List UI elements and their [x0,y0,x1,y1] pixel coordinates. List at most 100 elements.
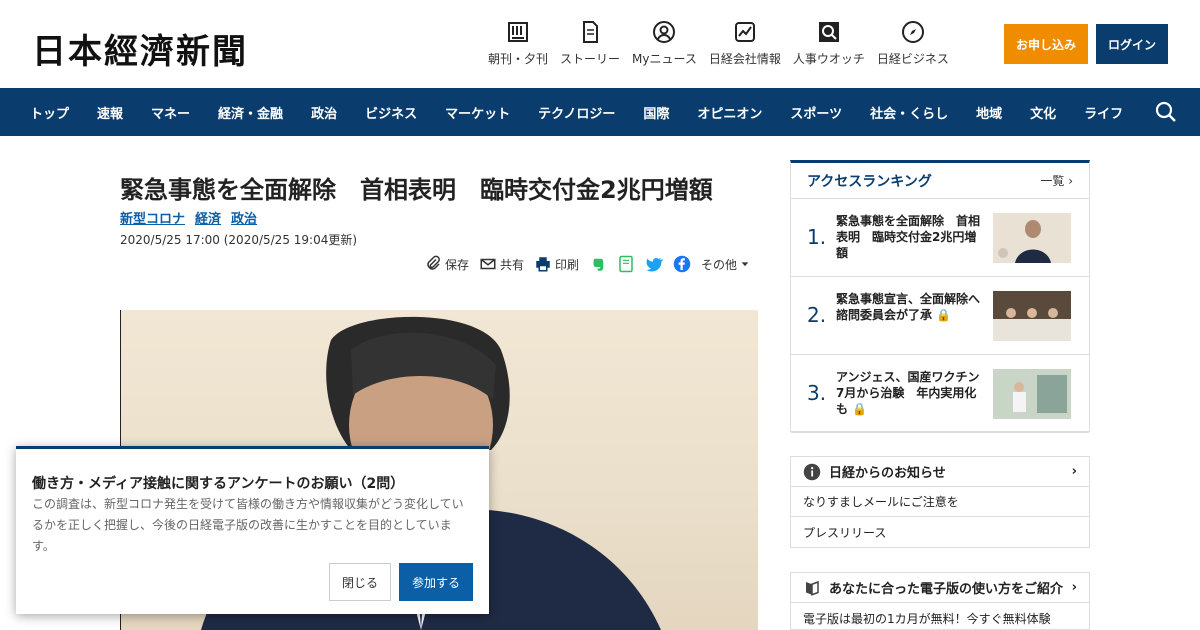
article-tags: 新型コロナ 経済 政治 [120,208,257,227]
rank-thumbnail [993,369,1071,419]
nav-item-culture[interactable]: 文化 [1016,103,1070,122]
rank-title: 緊急事態宣言、全面解除へ 諮問委員会が了承 🔒 [836,291,992,323]
nav-item-society[interactable]: 社会・くらし [856,103,962,122]
nav-item-sports[interactable]: スポーツ [776,103,856,122]
document-icon [583,21,599,43]
facebook-icon [673,255,691,273]
user-circle-icon [653,21,676,43]
search-icon[interactable] [1154,100,1178,124]
facebook-button[interactable] [673,255,691,273]
print-label: 印刷 [555,257,580,272]
site-header: 日本經濟新聞 朝刊・夕刊 ストーリー Myニュース 日経会社情報 人事ウオッチ … [0,0,1200,88]
nav-item-politics[interactable]: 政治 [297,103,351,122]
newspaper-icon [508,22,528,42]
ranking-item[interactable]: 2. 緊急事態宣言、全面解除へ 諮問委員会が了承 🔒 [791,277,1089,355]
rank-number: 3. [807,381,827,405]
site-logo[interactable]: 日本經濟新聞 [32,24,248,73]
survey-title: 働き方・メディア接触に関するアンケートのお願い（2問） [32,476,405,492]
ranking-more-link[interactable]: 一覧 › [1040,172,1073,189]
tool-newspaper[interactable]: 朝刊・夕刊 [488,20,548,67]
header-tools: 朝刊・夕刊 ストーリー Myニュース 日経会社情報 人事ウオッチ 日経ビジネス [488,20,961,67]
paperclip-icon [427,255,440,270]
guide-header[interactable]: あなたに合った電子版の使い方をご紹介 › [791,573,1089,603]
rank-number: 2. [807,303,827,327]
rank-title-text: 緊急事態宣言、全面解除へ 諮問委員会が了承 [836,292,993,322]
nav-item-economy[interactable]: 経済・金融 [204,103,297,122]
nav-item-top[interactable]: トップ [16,103,83,122]
tool-label: 人事ウオッチ [792,52,865,66]
lock-icon: 🔒 [936,308,952,322]
access-ranking: アクセスランキング 一覧 › 1. 緊急事態を全面解除 首相表明 臨時交付金2兆… [790,160,1090,433]
share-label: 共有 [500,257,525,272]
tag-link[interactable]: 経済 [195,208,221,227]
lock-icon: 🔒 [852,402,868,416]
save-button[interactable]: 保存 [424,255,469,273]
guide-text[interactable]: 電子版は最初の1カ月が無料！今すぐ無料体験 [791,603,1089,630]
tool-story[interactable]: ストーリー [560,20,620,67]
nav-item-technology[interactable]: テクノロジー [524,103,629,122]
ranking-item[interactable]: 3. アンジェス、国産ワクチン7月から治験 年内実用化も 🔒 [791,355,1089,433]
mail-icon [480,258,496,270]
nav-item-opinion[interactable]: オピニオン [683,103,776,122]
survey-description: この調査は、新型コロナ発生を受けて皆様の働き方や情報収集がどう変化しているかを正… [32,497,464,553]
nav-item-international[interactable]: 国際 [629,103,683,122]
login-button[interactable]: ログイン [1096,24,1168,64]
more-share-dropdown[interactable]: その他 [701,256,750,273]
tool-label: 朝刊・夕刊 [488,52,549,66]
print-button[interactable]: 印刷 [534,255,579,273]
tag-link[interactable]: 政治 [231,208,257,227]
ranking-title: アクセスランキング [807,173,932,190]
note-button[interactable] [617,255,635,273]
tool-label: 日経会社情報 [708,52,781,66]
guide-box: あなたに合った電子版の使い方をご紹介 › 電子版は最初の1カ月が無料！今すぐ無料… [790,572,1090,630]
info-icon [803,463,821,480]
nav-item-breaking[interactable]: 速報 [83,103,137,122]
notice-item[interactable]: なりすましメールにご注意を [791,487,1089,517]
evernote-icon [593,258,604,271]
twitter-button[interactable] [645,255,664,273]
share-button[interactable]: 共有 [479,255,524,273]
article-dateline: 2020/5/25 17:00 (2020/5/25 19:04更新) [120,233,358,247]
share-toolbar: 保存 共有 印刷 その他 [424,255,750,273]
chevron-right-icon: › [1071,464,1077,479]
note-icon [619,255,633,273]
nav-item-life[interactable]: ライフ [1070,103,1137,122]
join-survey-button[interactable]: 参加する [399,563,473,601]
close-button[interactable]: 閉じる [329,563,391,601]
notice-item[interactable]: プレスリリース [791,517,1089,547]
evernote-button[interactable] [589,255,607,273]
notices-title: 日経からのお知らせ [829,466,946,481]
printer-icon [536,257,550,272]
chart-icon [734,22,755,42]
rank-number: 1. [807,225,827,249]
book-icon [806,580,819,596]
article-headline: 緊急事態を全面解除 首相表明 臨時交付金2兆円増額 [120,176,713,204]
ranking-header: アクセスランキング 一覧 › [791,163,1089,199]
compass-icon [901,21,924,43]
ranking-item[interactable]: 1. 緊急事態を全面解除 首相表明 臨時交付金2兆円増額 [791,199,1089,277]
tool-nikkei-business[interactable]: 日経ビジネス [877,20,949,67]
ranking-more-label: 一覧 [1040,174,1065,188]
search-icon [818,22,839,42]
rank-thumbnail [993,291,1071,341]
nav-item-market[interactable]: マーケット [431,103,524,122]
tag-link[interactable]: 新型コロナ [120,208,185,227]
caret-down-icon [741,262,749,267]
tool-label: ストーリー [560,52,621,66]
apply-button[interactable]: お申し込み [1004,24,1088,64]
notices-box: 日経からのお知らせ › なりすましメールにご注意を プレスリリース [790,456,1090,548]
tool-company-info[interactable]: 日経会社情報 [709,20,781,67]
nav-item-business[interactable]: ビジネス [351,103,431,122]
chevron-right-icon: › [1071,580,1077,595]
nav-item-money[interactable]: マネー [137,103,204,122]
survey-dialog: 働き方・メディア接触に関するアンケートのお願い（2問） この調査は、新型コロナ発… [16,446,489,614]
tool-personnel-watch[interactable]: 人事ウオッチ [793,20,865,67]
tool-mynews[interactable]: Myニュース [632,20,697,67]
tool-label: 日経ビジネス [876,52,949,66]
nav-item-regional[interactable]: 地域 [962,103,1016,122]
twitter-icon [646,258,664,272]
save-label: 保存 [445,257,470,272]
rank-title: アンジェス、国産ワクチン7月から治験 年内実用化も 🔒 [836,369,986,417]
more-label: その他 [701,257,738,272]
notices-header[interactable]: 日経からのお知らせ › [791,457,1089,487]
